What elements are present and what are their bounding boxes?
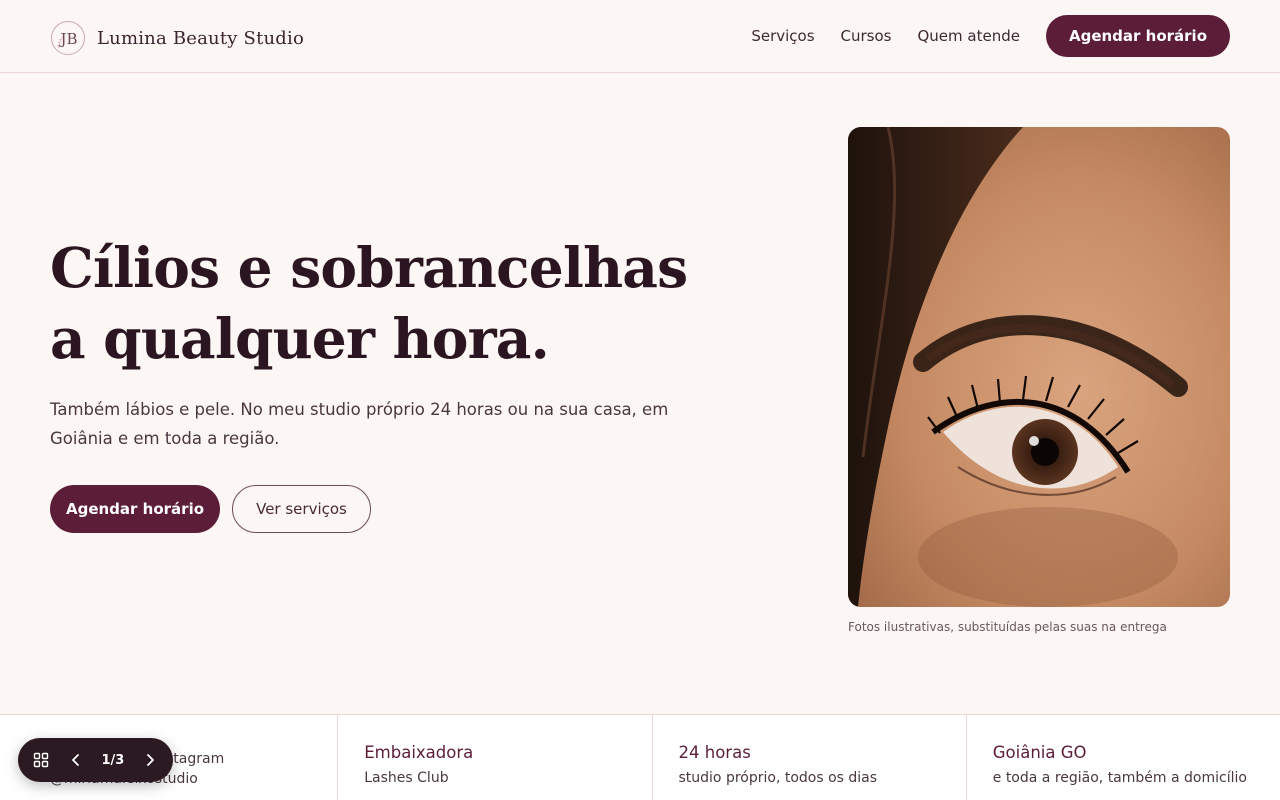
brand-logo-icon: JB [51,21,85,55]
hero-eye-photo [848,127,1230,607]
stat-title: Embaixadora [364,743,474,762]
hero-title-line-2: a qualquer hora. [50,306,550,371]
stat-24h: 24 horas studio próprio, todos os dias [653,715,967,800]
eye-photo-illustration [848,127,1230,607]
hero-title: Cílios e sobrancelhas a qualquer hora. [50,232,688,374]
hero-subtitle: Também lábios e pele. No meu studio próp… [50,400,669,448]
nav-servicos[interactable]: Serviços [751,27,814,45]
site-header: JB Lumina Beauty Studio Serviços Cursos … [0,0,1280,73]
view-services-button[interactable]: Ver serviços [232,485,371,533]
stats-bar: seguidoras no Instagram @miriamaleixostu… [0,714,1280,800]
stat-title: 24 horas [678,743,751,762]
nav-quem-atende[interactable]: Quem atende [917,27,1019,45]
chevron-left-icon[interactable] [67,751,85,769]
book-appointment-button[interactable]: Agendar horário [50,485,220,533]
stat-location: Goiânia GO e toda a região, também a dom… [967,715,1280,800]
brand-name: Lumina Beauty Studio [97,27,305,49]
stat-title: Goiânia GO [992,743,1087,762]
grid-icon[interactable] [32,751,50,769]
slide-counter: 1/3 [101,752,125,768]
stat-ambassador: Embaixadora Lashes Club [338,715,653,800]
brand[interactable]: JB Lumina Beauty Studio [50,20,304,56]
chevron-right-icon[interactable] [141,751,159,769]
slide-pager: 1/3 [18,738,173,782]
stat-desc: e toda a região, também a domicílio [992,770,1247,786]
header-book-button[interactable]: Agendar horário [1045,15,1230,57]
stat-desc: studio próprio, todos os dias [678,770,878,786]
nav-cursos[interactable]: Cursos [841,27,892,45]
main-nav: Serviços Cursos Quem atende Agendar horá… [751,15,1230,57]
photo-caption: Fotos ilustrativas, substituídas pelas s… [848,620,1167,634]
stat-desc: Lashes Club [364,770,449,786]
svg-text:JB: JB [58,30,77,48]
hero-title-line-1: Cílios e sobrancelhas [50,235,688,300]
